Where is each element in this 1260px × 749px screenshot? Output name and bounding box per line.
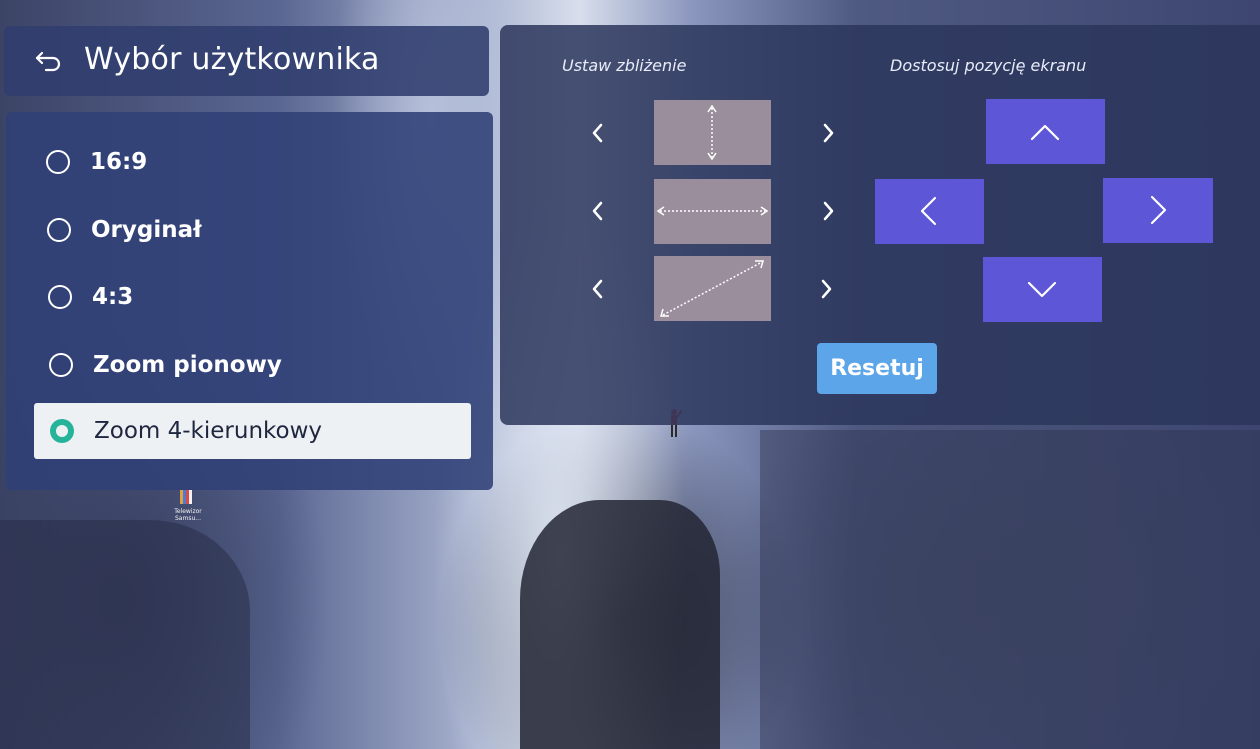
zoom-diagonal-decrease-icon[interactable] <box>590 278 606 300</box>
zoom-vertical-box <box>654 100 771 165</box>
move-left-button[interactable] <box>875 179 984 244</box>
chevron-up-icon <box>1030 124 1060 141</box>
move-down-button[interactable] <box>983 257 1102 322</box>
option-vertical-zoom[interactable]: Zoom pionowy <box>49 337 469 393</box>
zoom-diagonal-box <box>654 256 771 321</box>
radio-checked-icon <box>50 419 74 443</box>
page-title: Wybór użytkownika <box>84 42 380 77</box>
header-bar: Wybór użytkownika <box>4 26 489 96</box>
radio-unchecked-icon <box>47 218 71 242</box>
diagonal-stretch-icon <box>660 260 764 317</box>
zoom-vertical-decrease-icon[interactable] <box>590 122 606 144</box>
option-label: 16:9 <box>90 149 148 175</box>
radio-unchecked-icon <box>46 150 70 174</box>
option-original[interactable]: Oryginał <box>47 202 467 258</box>
option-label: Oryginał <box>91 217 202 243</box>
tv-screen: Wybór użytkownika 16:9 Oryginał 4:3 Zoom… <box>0 0 1260 749</box>
horizontal-stretch-icon <box>656 206 769 216</box>
chevron-left-icon <box>920 196 937 226</box>
zoom-horizontal-increase-icon[interactable] <box>820 200 836 222</box>
reset-button[interactable]: Resetuj <box>817 343 937 394</box>
zoom-diagonal-increase-icon[interactable] <box>818 278 834 300</box>
move-right-button[interactable] <box>1103 178 1213 243</box>
vertical-stretch-icon <box>707 104 717 161</box>
position-section-label: Dostosuj pozycję ekranu <box>890 56 1087 75</box>
radio-unchecked-icon <box>49 353 73 377</box>
zoom-section-label: Ustaw zbliżenie <box>562 56 687 75</box>
option-label: Zoom pionowy <box>93 352 282 378</box>
zoom-vertical-increase-icon[interactable] <box>820 122 836 144</box>
zoom-horizontal-box <box>654 179 771 244</box>
dark-rock <box>520 500 720 749</box>
chevron-down-icon <box>1027 281 1057 298</box>
option-label: Zoom 4-kierunkowy <box>94 418 323 444</box>
back-arrow-icon[interactable] <box>34 48 64 74</box>
zoom-horizontal-decrease-icon[interactable] <box>590 200 606 222</box>
right-rock <box>760 430 1260 749</box>
desktop-shortcut-label: Telewizor Samsu... <box>174 508 202 522</box>
option-label: 4:3 <box>92 284 134 310</box>
radio-unchecked-icon <box>48 285 72 309</box>
option-16-9[interactable]: 16:9 <box>46 134 466 190</box>
left-rock <box>0 520 250 749</box>
option-4-3[interactable]: 4:3 <box>48 269 468 325</box>
chevron-right-icon <box>1150 195 1167 225</box>
option-4-way-zoom[interactable]: Zoom 4-kierunkowy <box>34 403 471 459</box>
move-up-button[interactable] <box>986 99 1105 164</box>
